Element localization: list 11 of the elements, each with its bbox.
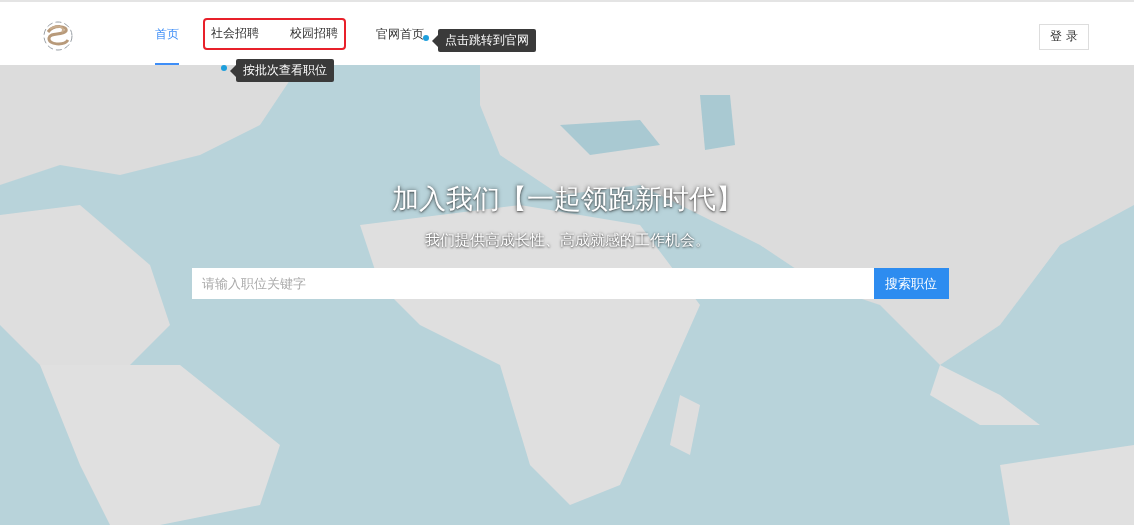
search-field[interactable]: 请输入职位关键字 — [191, 268, 874, 299]
hero-title: 加入我们【一起领跑新时代】 — [391, 182, 743, 216]
hero-subtitle: 我们提供高成长性、高成就感的工作机会。 — [424, 231, 710, 250]
nav-link[interactable]: 官网首页 — [376, 2, 424, 65]
marker-dot — [221, 65, 227, 71]
login-button[interactable]: 登 录 — [1039, 23, 1089, 50]
logo-icon — [42, 19, 74, 52]
nav-link[interactable]: 校园招聘 — [290, 19, 338, 48]
marker-dot — [423, 35, 429, 41]
pointer-icon — [432, 34, 438, 47]
nav-link[interactable]: 社会招聘 — [211, 19, 259, 48]
